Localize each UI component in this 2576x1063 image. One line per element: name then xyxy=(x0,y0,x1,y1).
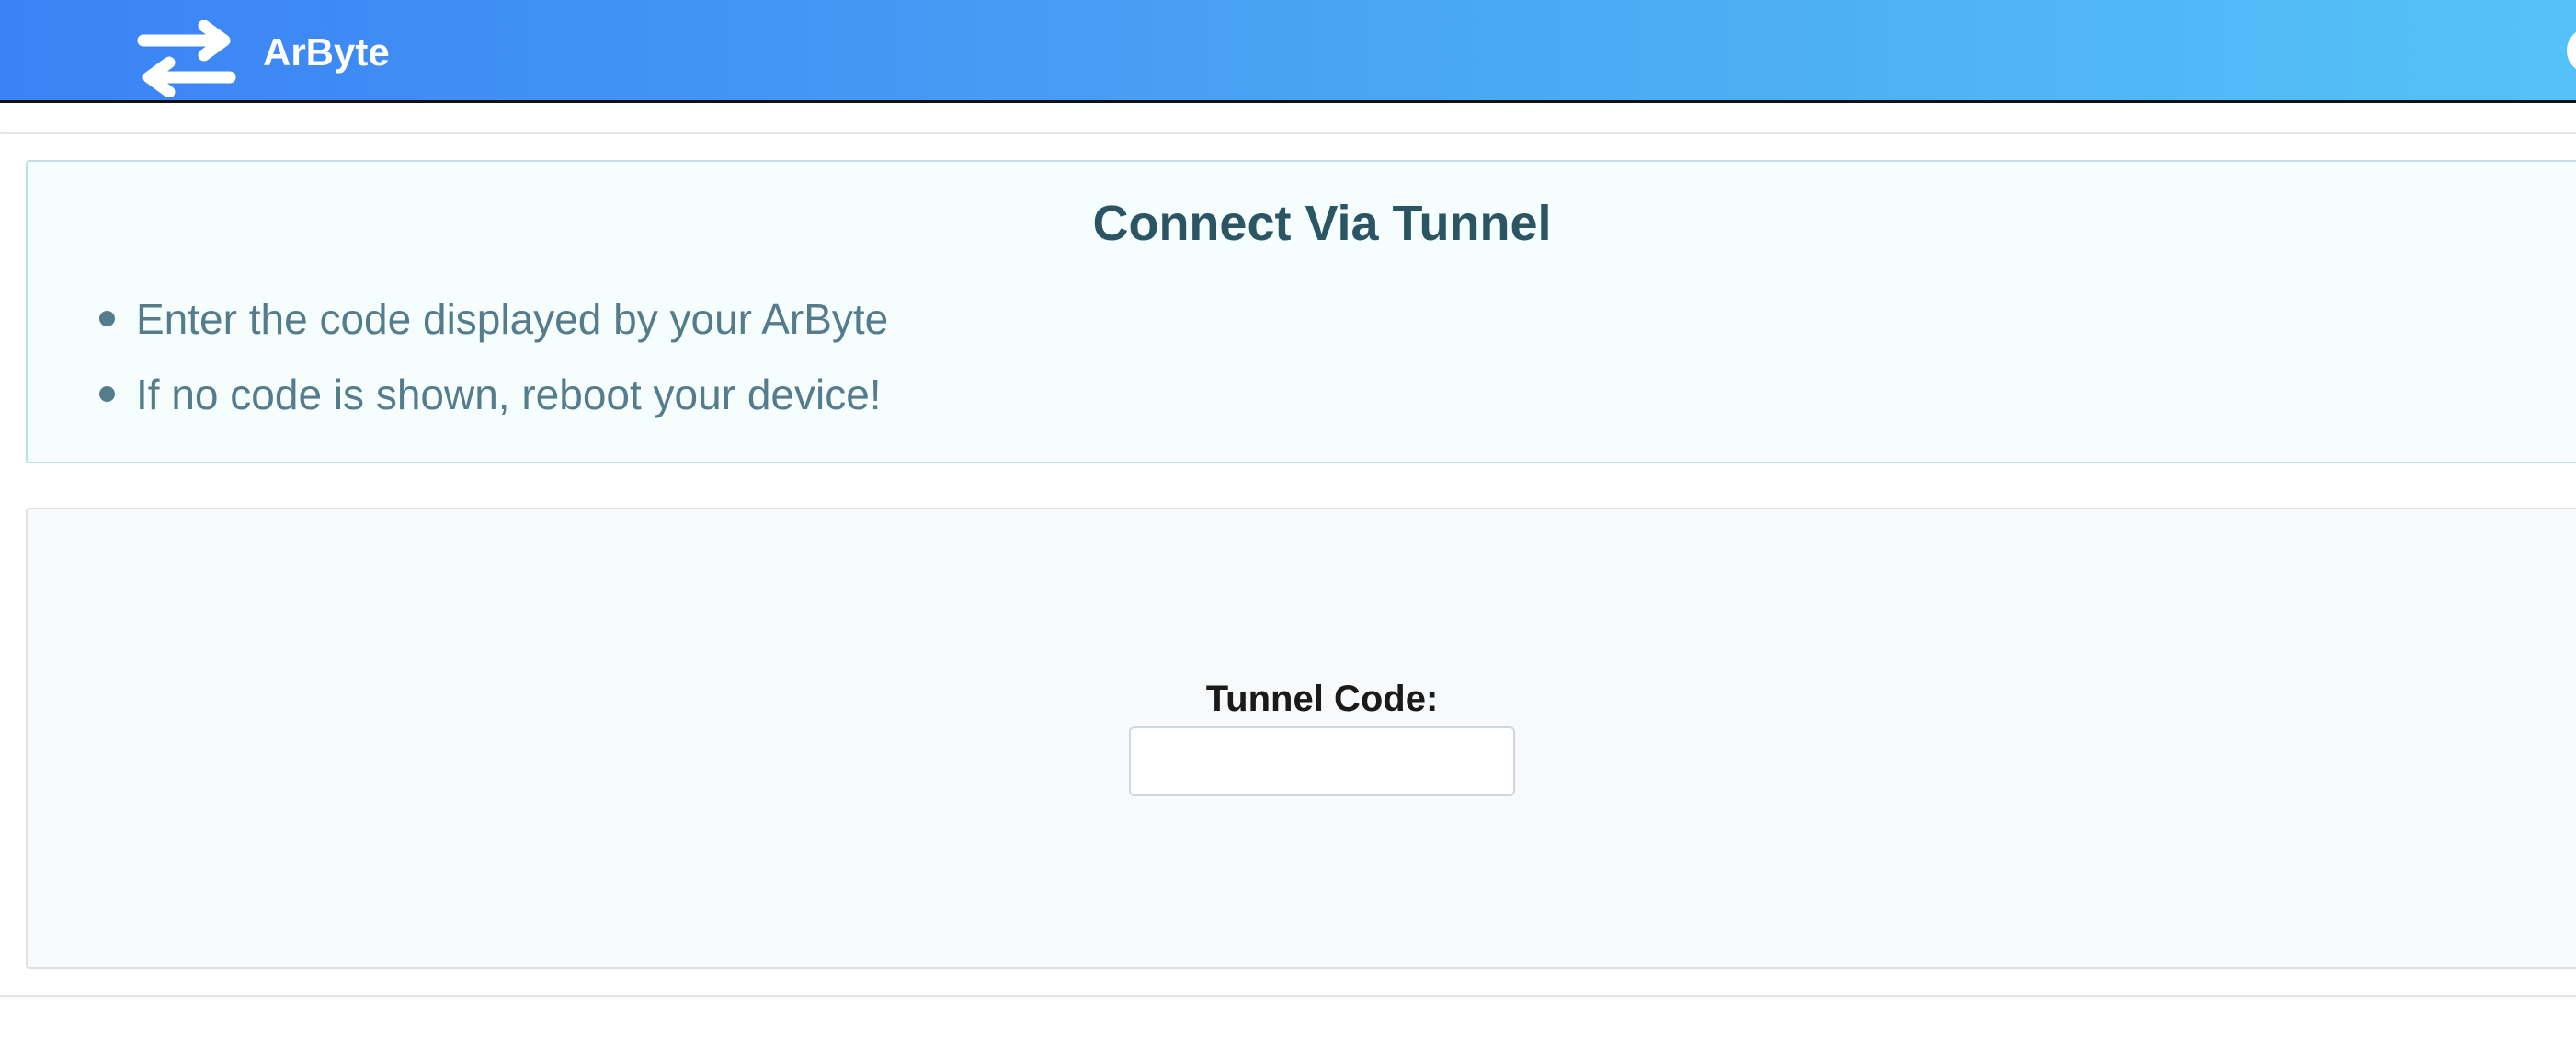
bullet-icon xyxy=(99,311,115,326)
instruction-text: If no code is shown, reboot your device! xyxy=(136,371,882,418)
brand-name[interactable]: ArByte xyxy=(263,33,390,72)
top-navbar: ArByte xyxy=(0,0,2576,103)
user-avatar-icon[interactable] xyxy=(2567,28,2576,74)
tunnel-code-label: Tunnel Code: xyxy=(1205,679,1439,719)
instructions-list: Enter the code displayed by your ArByte … xyxy=(92,281,888,432)
arrows-left-right-icon[interactable] xyxy=(136,20,237,97)
instruction-text: Enter the code displayed by your ArByte xyxy=(136,295,889,343)
tunnel-code-input[interactable] xyxy=(1129,726,1515,796)
bullet-icon xyxy=(99,386,115,402)
list-item: If no code is shown, reboot your device! xyxy=(92,357,888,432)
page-title: Connect Via Tunnel xyxy=(1092,196,1552,251)
list-item: Enter the code displayed by your ArByte xyxy=(92,281,888,357)
